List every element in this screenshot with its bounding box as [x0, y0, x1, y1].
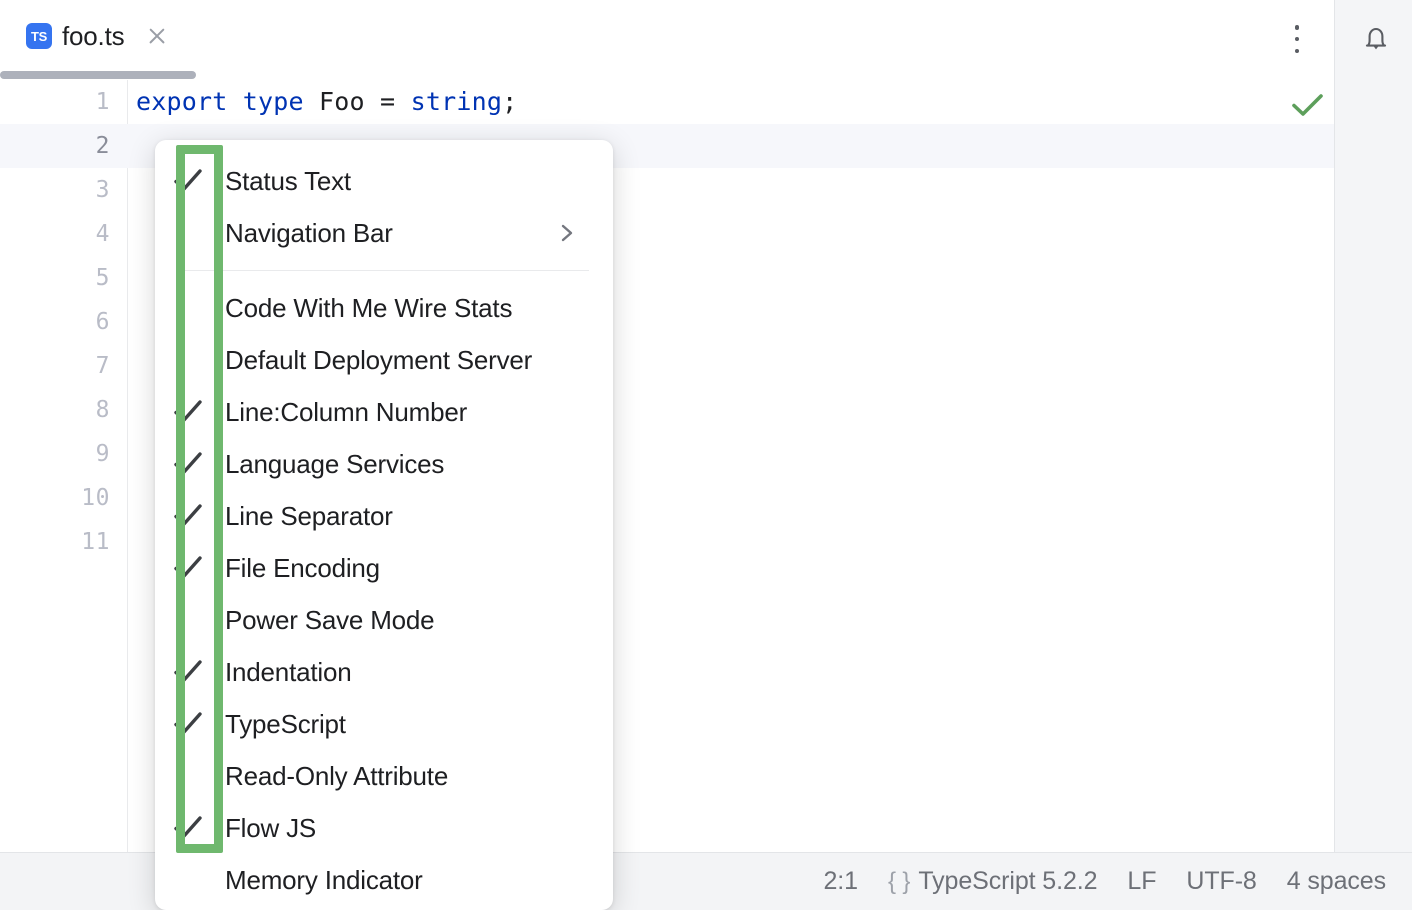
bell-icon[interactable]	[1358, 20, 1394, 58]
code-token: string	[411, 87, 503, 116]
line-number[interactable]: 2	[0, 124, 110, 168]
editor-line-row[interactable]: 1 export type Foo = string;	[0, 80, 1334, 124]
close-icon[interactable]	[144, 23, 170, 49]
ide-window: TS foo.ts 1 export type Foo = string; 2345…	[0, 0, 1412, 910]
menu-item-label: Memory Indicator	[225, 865, 423, 896]
line-number[interactable]: 3	[0, 168, 110, 212]
menu-item-file-encoding[interactable]: File Encoding	[155, 542, 613, 594]
editor-horizontal-scrollbar-thumb[interactable]	[0, 71, 196, 79]
tab-title: foo.ts	[62, 21, 124, 52]
menu-item-label: Indentation	[225, 657, 351, 688]
menu-item-label: Navigation Bar	[225, 218, 393, 249]
menu-item-status-text[interactable]: Status Text	[155, 155, 613, 207]
dot	[1295, 25, 1300, 30]
status-bar-widgets-menu[interactable]: Status Text Navigation Bar Code With Me Wi…	[155, 140, 613, 910]
line-number[interactable]: 9	[0, 432, 110, 476]
menu-separator	[179, 270, 589, 271]
editor-tab-foo-ts[interactable]: TS foo.ts	[14, 0, 182, 72]
menu-item-label: Line Separator	[225, 501, 393, 532]
more-vertical-icon[interactable]	[1286, 22, 1308, 56]
line-number[interactable]: 1	[0, 80, 110, 124]
line-number[interactable]: 11	[0, 520, 110, 564]
check-icon	[155, 399, 223, 425]
menu-item-label: TypeScript	[225, 709, 346, 740]
check-icon	[155, 711, 223, 737]
line-number[interactable]: 5	[0, 256, 110, 300]
menu-item-label: Flow JS	[225, 813, 316, 844]
status-caret-position[interactable]: 2:1	[823, 867, 857, 896]
status-line-separator[interactable]: LF	[1127, 867, 1156, 896]
green-check-icon[interactable]	[1288, 88, 1328, 122]
status-indentation[interactable]: 4 spaces	[1287, 867, 1386, 896]
menu-item-label: Line:Column Number	[225, 397, 467, 428]
code-token: type	[243, 87, 304, 116]
status-language-label: TypeScript 5.2.2	[918, 867, 1097, 896]
status-language-services[interactable]: { } TypeScript 5.2.2	[888, 867, 1097, 896]
code-line[interactable]: export type Foo = string;	[136, 80, 517, 124]
check-icon	[155, 168, 223, 194]
code-token	[228, 87, 243, 116]
line-number[interactable]: 10	[0, 476, 110, 520]
check-icon	[155, 451, 223, 477]
check-icon	[155, 503, 223, 529]
dot	[1295, 49, 1300, 54]
typescript-file-icon: TS	[26, 23, 52, 49]
menu-item-navigation-bar[interactable]: Navigation Bar	[155, 207, 613, 259]
menu-item-read-only-attribute[interactable]: Read-Only Attribute	[155, 750, 613, 802]
menu-item-line-separator[interactable]: Line Separator	[155, 490, 613, 542]
menu-item-label: Power Save Mode	[225, 605, 434, 636]
check-icon	[155, 555, 223, 581]
dot	[1295, 37, 1300, 42]
chevron-right-icon	[559, 221, 575, 245]
menu-item-label: Code With Me Wire Stats	[225, 293, 512, 324]
line-number[interactable]: 6	[0, 300, 110, 344]
menu-item-label: File Encoding	[225, 553, 380, 584]
editor-tab-bar: TS foo.ts	[0, 0, 1334, 72]
menu-item-default-deployment-server[interactable]: Default Deployment Server	[155, 334, 613, 386]
menu-item-label: Read-Only Attribute	[225, 761, 448, 792]
braces-icon: { }	[888, 868, 910, 896]
line-number[interactable]: 8	[0, 388, 110, 432]
status-file-encoding[interactable]: UTF-8	[1186, 867, 1256, 896]
line-number[interactable]: 7	[0, 344, 110, 388]
menu-item-memory-indicator[interactable]: Memory Indicator	[155, 854, 613, 906]
line-number[interactable]: 4	[0, 212, 110, 256]
check-icon	[155, 659, 223, 685]
menu-item-indentation[interactable]: Indentation	[155, 646, 613, 698]
editor-horizontal-scrollbar-track[interactable]	[0, 71, 1334, 80]
menu-item-label: Default Deployment Server	[225, 345, 532, 376]
code-token: export	[136, 87, 228, 116]
menu-item-typescript[interactable]: TypeScript	[155, 698, 613, 750]
menu-item-flow-js[interactable]: Flow JS	[155, 802, 613, 854]
menu-item-code-with-me-wire-stats[interactable]: Code With Me Wire Stats	[155, 282, 613, 334]
menu-item-label: Language Services	[225, 449, 444, 480]
right-tool-strip	[1334, 0, 1412, 910]
code-token: Foo =	[304, 87, 411, 116]
code-token: ;	[502, 87, 517, 116]
check-icon	[155, 815, 223, 841]
menu-item-label: Status Text	[225, 166, 351, 197]
menu-item-language-services[interactable]: Language Services	[155, 438, 613, 490]
menu-item-power-save-mode[interactable]: Power Save Mode	[155, 594, 613, 646]
menu-item-line-column-number[interactable]: Line:Column Number	[155, 386, 613, 438]
